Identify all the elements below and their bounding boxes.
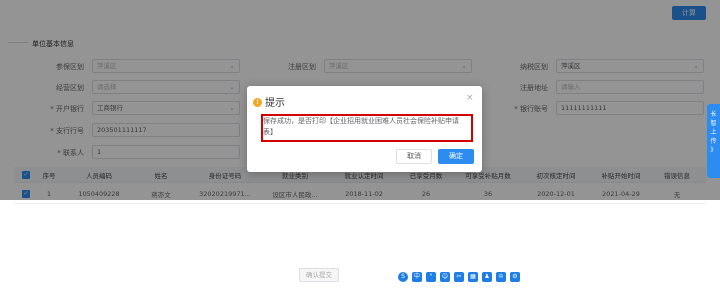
prompt-dialog: ! 提示 × 保存成功，是否打印【企业招用就业困难人员社会保险补贴申请表】 取消… bbox=[247, 86, 482, 172]
ok-button[interactable]: 确定 bbox=[438, 149, 474, 164]
close-icon[interactable]: × bbox=[466, 93, 474, 103]
user-icon[interactable]: ♟ bbox=[482, 271, 492, 282]
ime-logo-icon[interactable]: S bbox=[398, 271, 408, 282]
confirm-submit-button[interactable]: 确认提交 bbox=[299, 268, 339, 282]
ime-toolbar: S 中 ° ☺ ✂ ▦ ♟ ♔ ⚙ bbox=[398, 270, 522, 283]
shirt-icon[interactable]: ♔ bbox=[496, 271, 506, 282]
side-upload-tab-label: 长智上传》 bbox=[710, 111, 717, 154]
page: 计算 单位基本信息 参保区划 萍溪区 ⌄ 注册区划 萍溪区 ⌄ 纳税区划 萍溪区 ⌄ … bbox=[0, 0, 720, 293]
gear-icon[interactable]: ⚙ bbox=[510, 271, 520, 282]
smile-icon[interactable]: ☺ bbox=[440, 271, 450, 282]
tools-icon[interactable]: ✂ bbox=[454, 271, 464, 282]
cancel-button[interactable]: 取消 bbox=[396, 149, 432, 164]
keyboard-icon[interactable]: ▦ bbox=[468, 271, 478, 282]
warning-icon: ! bbox=[253, 98, 262, 107]
punctuation-icon[interactable]: ° bbox=[426, 271, 436, 282]
dialog-message: 保存成功，是否打印【企业招用就业困难人员社会保险补贴申请表】 bbox=[263, 117, 459, 136]
chinese-mode-icon[interactable]: 中 bbox=[412, 271, 422, 282]
side-upload-tab[interactable]: 长智上传》 bbox=[707, 104, 720, 178]
dialog-title: 提示 bbox=[265, 98, 285, 109]
